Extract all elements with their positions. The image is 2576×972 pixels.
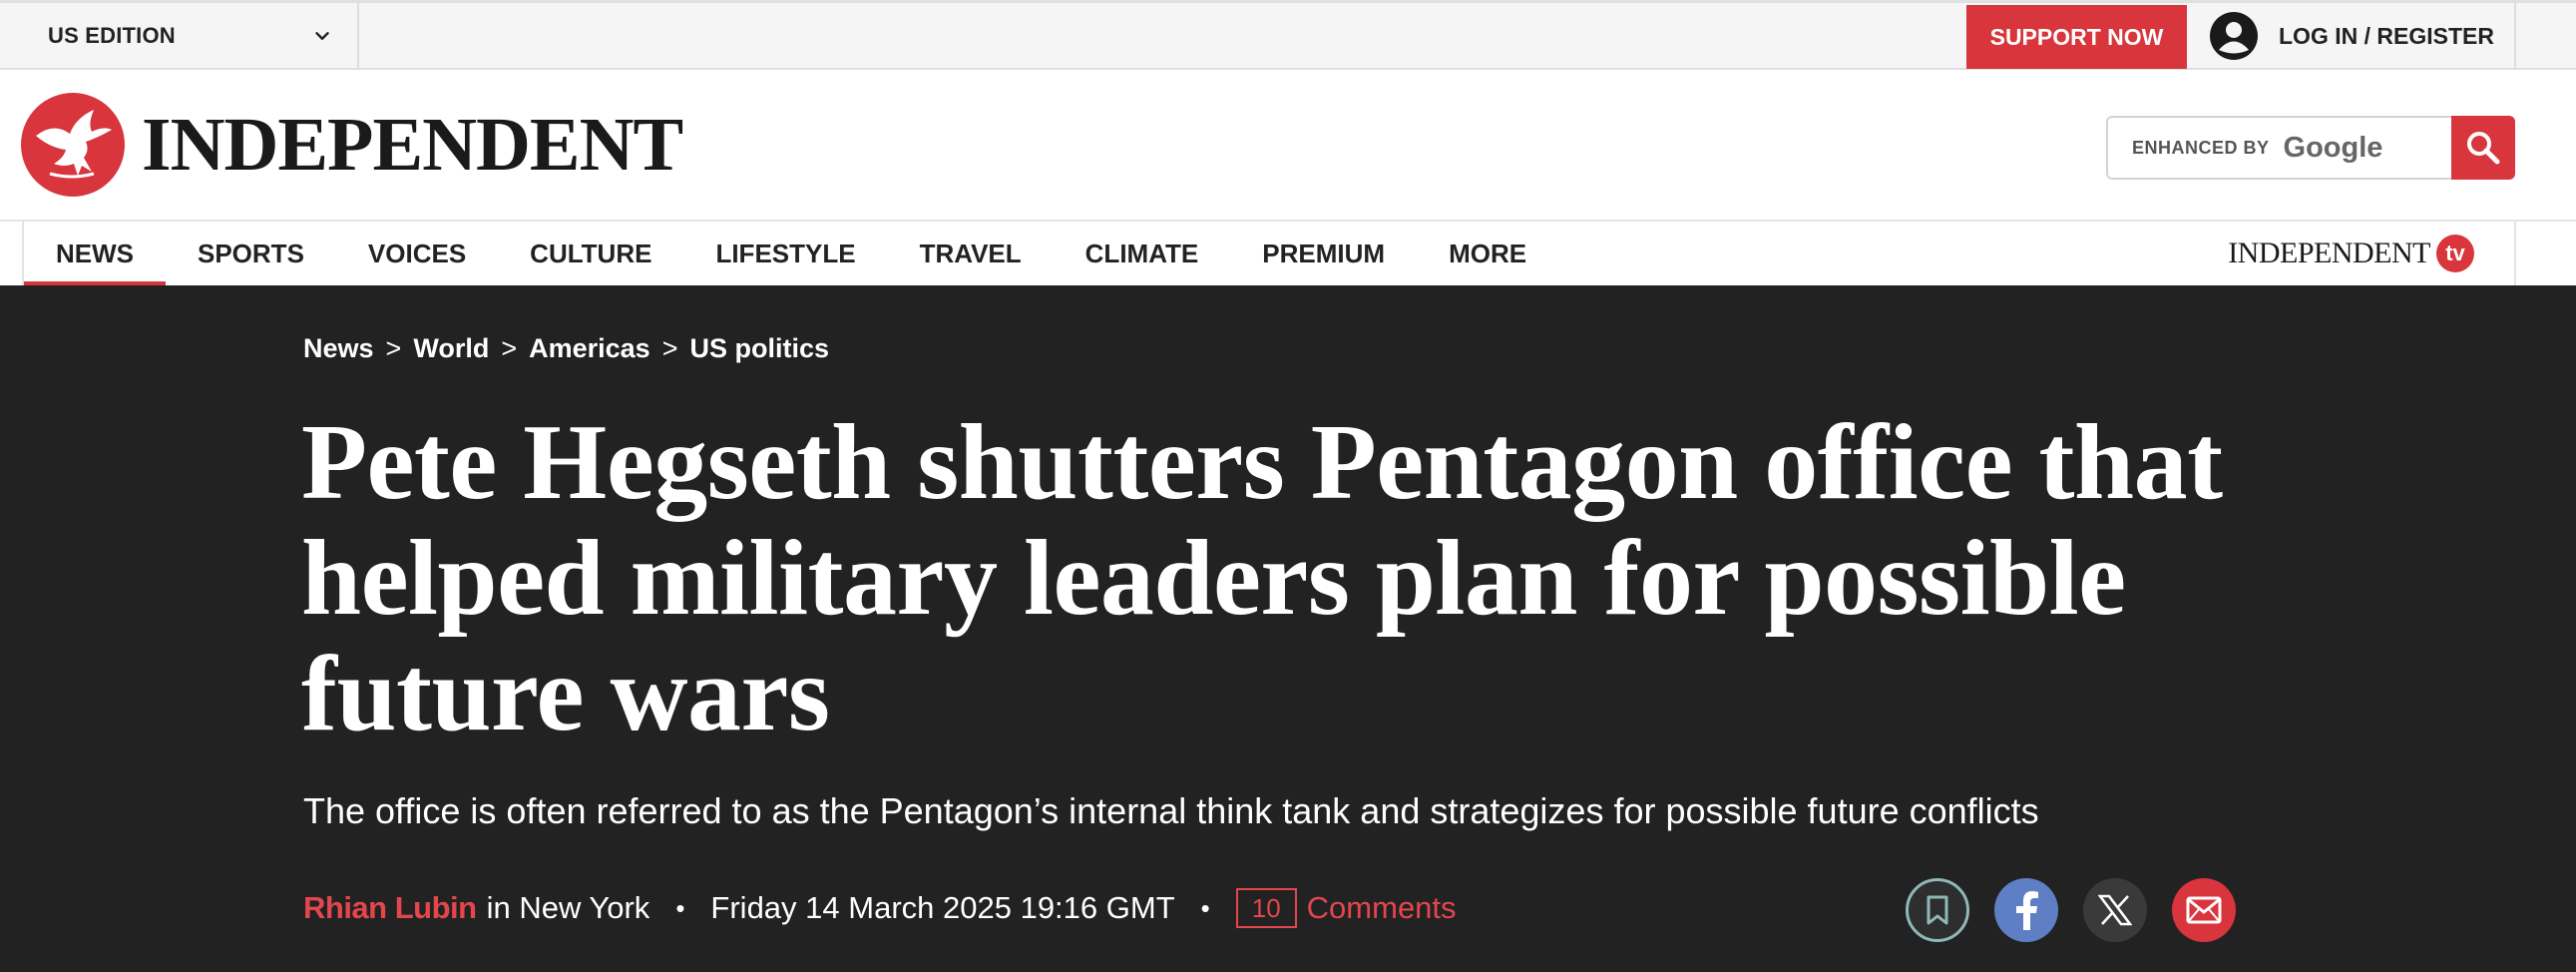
- byline-location: in New York: [486, 890, 650, 925]
- nav-item-more[interactable]: MORE: [1417, 222, 1558, 285]
- login-register-label: LOG IN / REGISTER: [2279, 22, 2494, 49]
- nav-item-premium[interactable]: PREMIUM: [1230, 222, 1417, 285]
- x-twitter-icon: [2098, 894, 2132, 926]
- breadcrumb-separator: >: [501, 333, 518, 363]
- share-email-button[interactable]: [2172, 878, 2236, 942]
- eagle-logo-icon: [21, 93, 125, 197]
- publish-date: Friday 14 March 2025 19:16 GMT: [710, 890, 1175, 925]
- breadcrumb-separator: >: [385, 333, 402, 363]
- login-register-button[interactable]: LOG IN / REGISTER: [2187, 3, 2516, 69]
- user-account-icon: [2210, 12, 2258, 60]
- author-link[interactable]: Rhian Lubin: [303, 890, 477, 926]
- breadcrumb-news[interactable]: News: [303, 333, 374, 364]
- bookmark-button[interactable]: [1906, 878, 1969, 942]
- nav-item-culture[interactable]: CULTURE: [498, 222, 683, 285]
- nav-item-voices[interactable]: VOICES: [336, 222, 498, 285]
- main-nav: NEWS SPORTS VOICES CULTURE LIFESTYLE TRA…: [0, 222, 2576, 285]
- edition-selector[interactable]: US EDITION: [22, 3, 359, 69]
- edition-label: US EDITION: [48, 23, 176, 48]
- comments-label: Comments: [1306, 890, 1457, 925]
- byline-separator: •: [1200, 892, 1210, 923]
- article-headline: Pete Hegseth shutters Pentagon office th…: [301, 403, 2223, 753]
- search-icon: [2467, 132, 2500, 165]
- facebook-icon: [2016, 891, 2038, 930]
- search-enhanced-label: ENHANCED BY: [2132, 137, 2270, 158]
- article-header: News > World > Americas > US politics Pe…: [0, 285, 2576, 972]
- site-logo[interactable]: INDEPENDENT: [20, 92, 683, 198]
- breadcrumb-us-politics[interactable]: US politics: [689, 333, 829, 364]
- independent-tv-wordmark: INDEPENDENT: [2228, 237, 2430, 269]
- breadcrumb-world[interactable]: World: [413, 333, 489, 364]
- support-now-button[interactable]: SUPPORT NOW: [1966, 5, 2187, 69]
- nav-list: NEWS SPORTS VOICES CULTURE LIFESTYLE TRA…: [22, 222, 1558, 285]
- nav-item-climate[interactable]: CLIMATE: [1054, 222, 1231, 285]
- bookmark-icon: [1927, 895, 1948, 925]
- search-button[interactable]: [2451, 116, 2515, 180]
- search-input[interactable]: ENHANCED BY Google: [2106, 116, 2453, 180]
- breadcrumb-separator: >: [661, 333, 678, 363]
- comment-count-badge: 10: [1235, 888, 1297, 928]
- breadcrumb-americas[interactable]: Americas: [529, 333, 650, 364]
- byline: Rhian Lubin in New York • Friday 14 Marc…: [303, 888, 1457, 928]
- comments-link[interactable]: 10 Comments: [1235, 888, 1457, 928]
- independent-tv-link[interactable]: INDEPENDENT tv: [2228, 222, 2516, 285]
- google-label: Google: [2283, 131, 2383, 164]
- byline-separator: •: [675, 892, 685, 923]
- nav-item-news[interactable]: NEWS: [24, 222, 166, 285]
- top-bar: US EDITION SUPPORT NOW LOG IN / REGISTER: [0, 0, 2576, 70]
- share-x-button[interactable]: [2083, 878, 2147, 942]
- tv-badge-icon: tv: [2436, 235, 2474, 272]
- nav-item-sports[interactable]: SPORTS: [166, 222, 336, 285]
- email-icon: [2186, 896, 2222, 924]
- share-buttons: [1906, 878, 2261, 942]
- breadcrumb: News > World > Americas > US politics: [303, 333, 829, 364]
- share-facebook-button[interactable]: [1994, 878, 2058, 942]
- chevron-down-icon: [315, 32, 329, 40]
- article-subheadline: The office is often referred to as the P…: [303, 790, 2039, 831]
- logo-wordmark: INDEPENDENT: [142, 103, 683, 187]
- masthead: INDEPENDENT ENHANCED BY Google: [0, 70, 2576, 222]
- nav-item-travel[interactable]: TRAVEL: [888, 222, 1054, 285]
- nav-item-lifestyle[interactable]: LIFESTYLE: [683, 222, 887, 285]
